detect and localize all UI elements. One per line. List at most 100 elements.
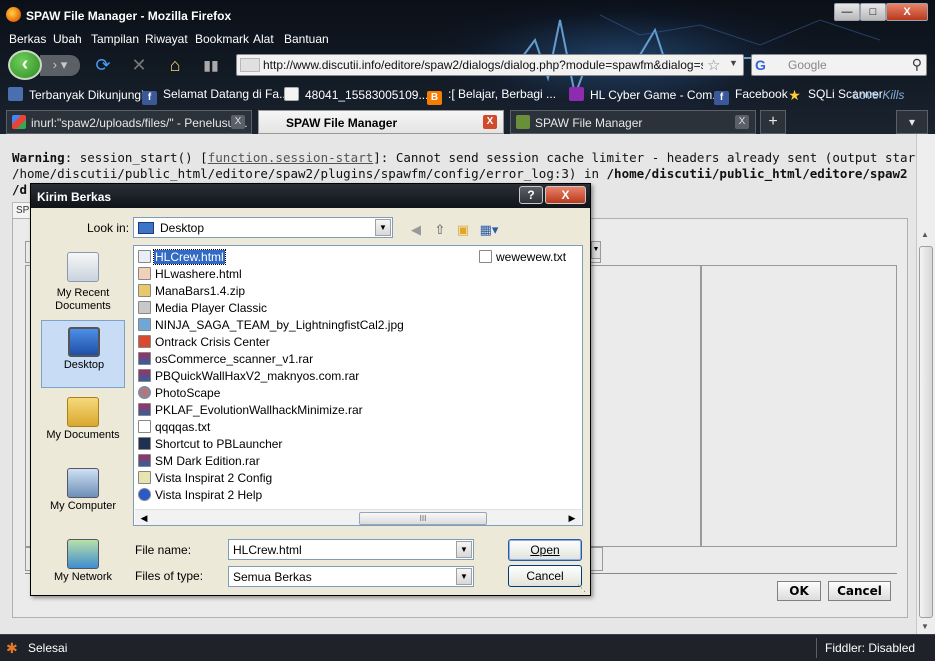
files-of-type-label: Files of type: <box>135 569 204 583</box>
file-name-field[interactable]: HLCrew.html ▼ <box>228 539 474 560</box>
search-icon[interactable]: ⚲ <box>912 56 922 73</box>
ok-button[interactable]: OK <box>777 581 821 601</box>
close-tab-icon[interactable]: X <box>483 115 497 129</box>
place-desktop[interactable]: Desktop <box>41 320 125 388</box>
scroll-thumb[interactable] <box>919 246 933 618</box>
file-item[interactable]: qqqqas.txt <box>138 420 211 437</box>
places-bar: My Recent Documents Desktop My Documents… <box>40 246 127 584</box>
tab-list-button[interactable]: ▾ <box>896 110 928 134</box>
function-link[interactable]: function.session-start <box>208 150 374 165</box>
chevron-down-icon[interactable]: ▼ <box>375 219 391 236</box>
stop-icon[interactable]: ✕ <box>128 54 150 76</box>
file-item[interactable]: Vista Inspirat 2 Help <box>138 488 263 505</box>
tab-spaw-file-manager[interactable]: SPAW File Manager X <box>258 110 504 134</box>
chevron-down-icon[interactable]: ▼ <box>456 568 472 585</box>
menu-riwayat[interactable]: Riwayat <box>145 32 188 46</box>
media-player-icon <box>138 301 151 314</box>
menu-tampilan[interactable]: Tampilan <box>91 32 139 46</box>
close-dialog-button[interactable]: X <box>545 186 586 204</box>
place-recent-documents[interactable]: My Recent Documents <box>41 246 125 314</box>
url-dropdown-icon[interactable]: ▼ <box>729 58 738 68</box>
place-my-network[interactable]: My Network <box>41 533 125 601</box>
search-bar[interactable]: G Google ⚲ <box>751 54 927 76</box>
status-bar: ✱ Selesai Fiddler: Disabled <box>0 634 935 661</box>
file-item[interactable]: PBQuickWallHaxV2_maknyos.com.rar <box>138 369 360 386</box>
file-upload-dialog: Kirim Berkas ? X Look in: Desktop ▼ ◀ ⇧ … <box>30 183 591 596</box>
file-item[interactable]: PhotoScape <box>138 386 221 403</box>
bars-icon[interactable]: ▮▮ <box>200 54 222 76</box>
menu-ubah[interactable]: Ubah <box>53 32 82 46</box>
menu-bookmark[interactable]: Bookmark <box>195 32 249 46</box>
minimize-button[interactable]: — <box>834 3 860 21</box>
tab-spaw-file-manager-2[interactable]: SPAW File Manager X <box>510 110 756 134</box>
site-identity-icon <box>240 58 260 72</box>
bookmark-star-icon[interactable]: ☆ <box>707 56 720 74</box>
file-item[interactable]: SM Dark Edition.rar <box>138 454 261 471</box>
url-bar[interactable]: http://www.discutii.info/editore/spaw2/d… <box>236 54 744 76</box>
back-icon[interactable]: ◀ <box>406 221 426 239</box>
look-in-label: Look in: <box>87 221 130 235</box>
file-item[interactable]: NINJA_SAGA_TEAM_by_LightningfistCal2.jpg <box>138 318 405 335</box>
place-my-computer[interactable]: My Computer <box>41 462 125 530</box>
file-item[interactable]: HLwashere.html <box>138 267 243 284</box>
bookmark-item[interactable]: Terbanyak Dikunjungi <box>8 87 144 102</box>
file-item[interactable]: ManaBars1.4.zip <box>138 284 246 301</box>
file-preview-area <box>701 265 897 547</box>
reload-icon[interactable]: ⟳ <box>92 54 114 76</box>
new-tab-button[interactable]: + <box>760 110 786 134</box>
scroll-right-icon[interactable]: ▶ <box>565 512 579 524</box>
open-button[interactable]: Open <box>508 539 582 561</box>
photoscape-icon <box>138 386 151 399</box>
dialog-cancel-button[interactable]: Cancel <box>508 565 582 587</box>
file-item[interactable]: osCommerce_scanner_v1.rar <box>138 352 314 369</box>
close-window-button[interactable]: X <box>886 3 928 21</box>
file-item[interactable]: PKLAF_EvolutionWallhackMinimize.rar <box>138 403 364 420</box>
forward-button[interactable]: › ▾ <box>40 55 80 76</box>
firebug-icon[interactable]: ✱ <box>6 640 22 656</box>
page-scrollbar[interactable]: ▲ ▼ <box>916 134 935 634</box>
file-item[interactable]: Media Player Classic <box>138 301 268 318</box>
url-text[interactable]: http://www.discutii.info/editore/spaw2/d… <box>263 58 703 72</box>
close-tab-icon[interactable]: X <box>735 115 749 129</box>
search-placeholder: Google <box>788 58 827 72</box>
scroll-left-icon[interactable]: ◀ <box>137 512 151 524</box>
new-folder-icon[interactable]: ▣ <box>453 221 473 239</box>
bookmark-item[interactable]: B:[ Belajar, Berbagi ... <box>427 87 556 105</box>
cancel-button[interactable]: Cancel <box>828 581 891 601</box>
maximize-button[interactable]: □ <box>860 3 886 21</box>
scroll-up-icon[interactable]: ▲ <box>921 230 929 239</box>
close-tab-icon[interactable]: X <box>231 115 245 129</box>
bookmark-item[interactable]: HL Cyber Game - Com... <box>569 87 722 102</box>
file-item[interactable]: wewewew.txt <box>479 250 567 267</box>
up-folder-icon[interactable]: ⇧ <box>430 221 450 239</box>
bookmark-item[interactable]: f Selamat Datang di Fa... <box>142 87 289 105</box>
menu-bantuan[interactable]: Bantuan <box>284 32 329 46</box>
my-documents-icon <box>67 397 99 427</box>
back-button[interactable]: ‹ <box>8 50 42 80</box>
file-item[interactable]: Vista Inspirat 2 Config <box>138 471 273 488</box>
view-menu-icon[interactable]: ▦▾ <box>477 221 501 239</box>
bookmark-item[interactable]: 48041_15583005109... <box>284 87 428 102</box>
home-icon[interactable]: ⌂ <box>164 54 186 76</box>
file-item[interactable]: HLCrew.html <box>138 249 226 267</box>
look-in-dropdown[interactable]: Desktop ▼ <box>133 217 393 238</box>
file-item[interactable]: Shortcut to PBLauncher <box>138 437 283 454</box>
page-icon <box>516 115 530 129</box>
chevron-down-icon[interactable]: ▼ <box>456 541 472 558</box>
place-my-documents[interactable]: My Documents <box>41 391 125 459</box>
file-list-scrollbar[interactable]: ◀ III ▶ <box>135 509 581 525</box>
menu-berkas[interactable]: Berkas <box>9 32 46 46</box>
menu-alat[interactable]: Alat <box>253 32 274 46</box>
files-of-type-dropdown[interactable]: Semua Berkas ▼ <box>228 566 474 587</box>
fiddler-status[interactable]: Fiddler: Disabled <box>816 638 923 658</box>
help-button[interactable]: ? <box>519 186 543 204</box>
google-icon[interactable]: G <box>755 57 771 73</box>
file-list[interactable]: HLCrew.html HLwashere.html ManaBars1.4.z… <box>133 245 583 526</box>
scroll-thumb[interactable]: III <box>359 512 487 525</box>
file-item[interactable]: Ontrack Crisis Center <box>138 335 271 352</box>
scroll-down-icon[interactable]: ▼ <box>921 622 929 631</box>
path-dropdown-icon[interactable]: ▼ <box>591 241 601 259</box>
resize-grip-icon[interactable]: ⋱ <box>577 583 586 594</box>
tab-google-search[interactable]: inurl:"spaw2/uploads/files/" - Penelusur… <box>6 110 252 134</box>
bookmark-item[interactable]: f Facebook <box>714 87 788 105</box>
